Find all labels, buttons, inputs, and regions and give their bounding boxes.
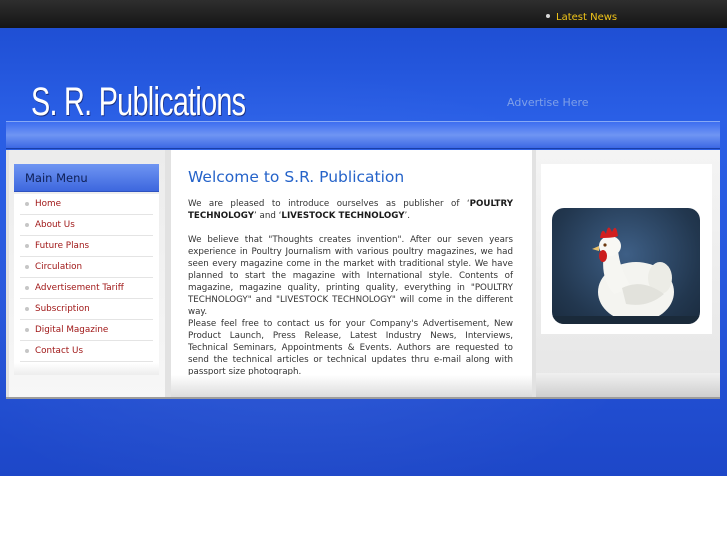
menu-item-advertisement-tariff[interactable]: Advertisement Tariff [20, 278, 153, 299]
right-sidebar [536, 150, 720, 397]
content-area: Main Menu Home About Us Future Plans Cir… [6, 150, 720, 399]
bullet-icon [25, 349, 29, 353]
intro-paragraph: We are pleased to introduce ourselves as… [188, 199, 513, 221]
main-menu-heading: Main Menu [14, 164, 159, 192]
menu-item-future-plans[interactable]: Future Plans [20, 236, 153, 257]
latest-news-label: Latest News [556, 12, 618, 23]
feature-image-box [541, 164, 712, 334]
content-footer-shade [171, 375, 532, 397]
menu-item-home[interactable]: Home [20, 194, 153, 215]
chicken-image [552, 227, 700, 324]
bullet-icon [25, 307, 29, 311]
belief-paragraph: We believe that "Thoughts creates invent… [188, 235, 513, 317]
left-sidebar: Main Menu Home About Us Future Plans Cir… [9, 150, 165, 397]
bullet-icon [25, 265, 29, 269]
chicken-photo [552, 208, 700, 324]
menu-item-subscription[interactable]: Subscription [20, 299, 153, 320]
main-menu-list: Home About Us Future Plans Circulation A… [14, 194, 159, 375]
sidebar-footer-shade [536, 373, 720, 397]
nav-strip [6, 121, 720, 149]
menu-footer-shade [14, 363, 159, 375]
bullet-icon [25, 202, 29, 206]
bullet-icon [546, 14, 550, 18]
top-bar: Latest News [0, 0, 727, 28]
page-title: Welcome to S.R. Publication [188, 168, 405, 186]
latest-news-link[interactable]: Latest News [546, 12, 617, 23]
menu-item-contact-us[interactable]: Contact Us [20, 341, 153, 362]
livestock-technology-text: LIVESTOCK TECHNOLOGY [281, 211, 405, 221]
main-content: Welcome to S.R. Publication We are pleas… [171, 150, 532, 397]
contact-paragraph: Please feel free to contact us for your … [188, 319, 513, 377]
advertise-here-link[interactable]: Advertise Here [507, 96, 589, 109]
bullet-icon [25, 328, 29, 332]
menu-item-circulation[interactable]: Circulation [20, 257, 153, 278]
bullet-icon [25, 244, 29, 248]
bullet-icon [25, 286, 29, 290]
menu-item-digital-magazine[interactable]: Digital Magazine [20, 320, 153, 341]
site-logo[interactable]: S. R. Publications [31, 80, 246, 125]
bullet-icon [25, 223, 29, 227]
menu-item-about-us[interactable]: About Us [20, 215, 153, 236]
